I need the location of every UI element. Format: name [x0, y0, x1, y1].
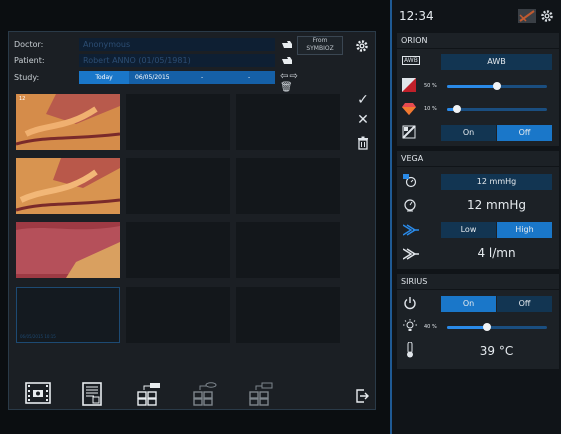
sirius-title: SIRIUS: [401, 277, 428, 286]
logout-icon[interactable]: [355, 389, 369, 403]
study-date: 06/05/2015: [135, 74, 170, 81]
awb-icon: AWB: [402, 56, 420, 65]
thumbnail-image[interactable]: 12: [16, 94, 120, 150]
arrow-left-icon[interactable]: ⇦: [280, 71, 289, 82]
power-icon: [404, 297, 416, 310]
slider-knob[interactable]: [483, 323, 491, 331]
slider-knob[interactable]: [453, 105, 461, 113]
report-icon[interactable]: [82, 382, 102, 406]
pointer-hand-icon[interactable]: [280, 53, 294, 67]
study-dash: -: [248, 74, 251, 81]
thumbnail-empty[interactable]: [126, 94, 230, 150]
thumbnail-empty[interactable]: [236, 158, 340, 214]
flow-low-button[interactable]: Low: [441, 222, 496, 238]
trash-icon[interactable]: 🗑: [280, 82, 294, 93]
close-icon[interactable]: ✕: [355, 112, 371, 128]
doctor-field[interactable]: Anonymous: [79, 38, 275, 51]
thumbnail-timestamp: 06/05/2015 10:15: [20, 334, 56, 339]
study-dash: -: [201, 74, 204, 81]
power-off-button[interactable]: Off: [497, 296, 552, 312]
thumbnail-empty[interactable]: [126, 287, 230, 343]
thumbnail-empty[interactable]: [126, 222, 230, 278]
vega-panel: VEGA 12 mmHg 12 mmHg Low High 4 l/mn: [397, 151, 559, 269]
thumbnail-image[interactable]: [16, 158, 120, 214]
patient-panel: Doctor: Anonymous Patient: Robert ANNO (…: [8, 31, 376, 410]
today-button[interactable]: Today: [79, 71, 129, 84]
thumbnail-empty[interactable]: [126, 158, 230, 214]
light-bulb-icon: [403, 319, 417, 331]
checkmark-icon[interactable]: ✓: [355, 92, 371, 108]
temperature-value: 39 °C: [479, 344, 514, 358]
thumbnail-empty[interactable]: [236, 222, 340, 278]
light-slider[interactable]: [447, 323, 547, 331]
gear-icon[interactable]: [355, 39, 369, 53]
orion-title: ORION: [401, 36, 428, 45]
export-printer-icon[interactable]: [248, 382, 274, 406]
thumbnail-empty[interactable]: [236, 287, 340, 343]
pressure-setpoint-button[interactable]: 12 mmHg: [441, 174, 552, 190]
export-disk-icon[interactable]: [192, 382, 218, 406]
color-diamond-icon: [402, 103, 416, 115]
contrast-slider[interactable]: [447, 82, 547, 90]
slider2-percent: 10 %: [424, 106, 437, 112]
orion-panel: ORION AWB AWB 50 % 10 % On Off: [397, 33, 559, 146]
gear-icon[interactable]: [540, 9, 554, 23]
vega-title: VEGA: [401, 154, 424, 163]
devices-sidebar: 12:34 ORION AWB AWB 50 % 10 % On Off VEG…: [392, 0, 561, 434]
slider-fill: [447, 85, 497, 88]
clock: 12:34: [399, 9, 434, 23]
flow-mode-icon: [403, 224, 419, 236]
export-usb-icon[interactable]: [136, 382, 162, 406]
light-percent: 40 %: [424, 324, 437, 330]
awb-button[interactable]: AWB: [441, 54, 552, 70]
power-on-button[interactable]: On: [441, 296, 496, 312]
pointer-hand-icon[interactable]: [280, 37, 294, 51]
monitor-icon[interactable]: [518, 9, 536, 23]
film-camera-icon[interactable]: [25, 382, 51, 404]
thermometer-icon: [407, 342, 413, 358]
study-bar[interactable]: Today 06/05/2015 - -: [79, 71, 275, 84]
flow-rate-icon: [403, 248, 419, 260]
thumbnail-empty[interactable]: [236, 94, 340, 150]
thumbnail-number: 12: [19, 96, 26, 102]
contrast-icon: [402, 78, 416, 92]
sirius-panel: SIRIUS On Off 40 % 39 °C: [397, 274, 559, 369]
pressure-gauge-icon: [404, 199, 416, 212]
orion-toggle-off[interactable]: Off: [497, 125, 552, 141]
study-nav: ⇦⇨🗑: [280, 71, 299, 93]
slider-knob[interactable]: [493, 82, 501, 90]
flow-rate-value: 4 l/mn: [477, 246, 516, 260]
study-label: Study:: [14, 73, 40, 82]
patient-label: Patient:: [14, 56, 45, 65]
pressure-setpoint-icon: [403, 174, 417, 188]
enhance-icon: [402, 125, 416, 139]
trash-icon[interactable]: [355, 136, 371, 150]
thumbnail-image[interactable]: [16, 222, 120, 278]
pressure-value: 12 mmHg: [466, 198, 527, 212]
orion-toggle-on[interactable]: On: [441, 125, 496, 141]
from-symbioz-button[interactable]: From SYMBIOZ: [297, 36, 343, 55]
saturation-slider[interactable]: [447, 105, 547, 113]
flow-high-button[interactable]: High: [497, 222, 552, 238]
slider1-percent: 50 %: [424, 83, 437, 89]
patient-field[interactable]: Robert ANNO (01/05/1981): [79, 54, 275, 67]
doctor-label: Doctor:: [14, 40, 44, 49]
slider-fill: [447, 326, 487, 329]
thumbnail-selected[interactable]: 06/05/2015 10:15: [16, 287, 120, 343]
arrow-right-icon[interactable]: ⇨: [289, 71, 298, 82]
